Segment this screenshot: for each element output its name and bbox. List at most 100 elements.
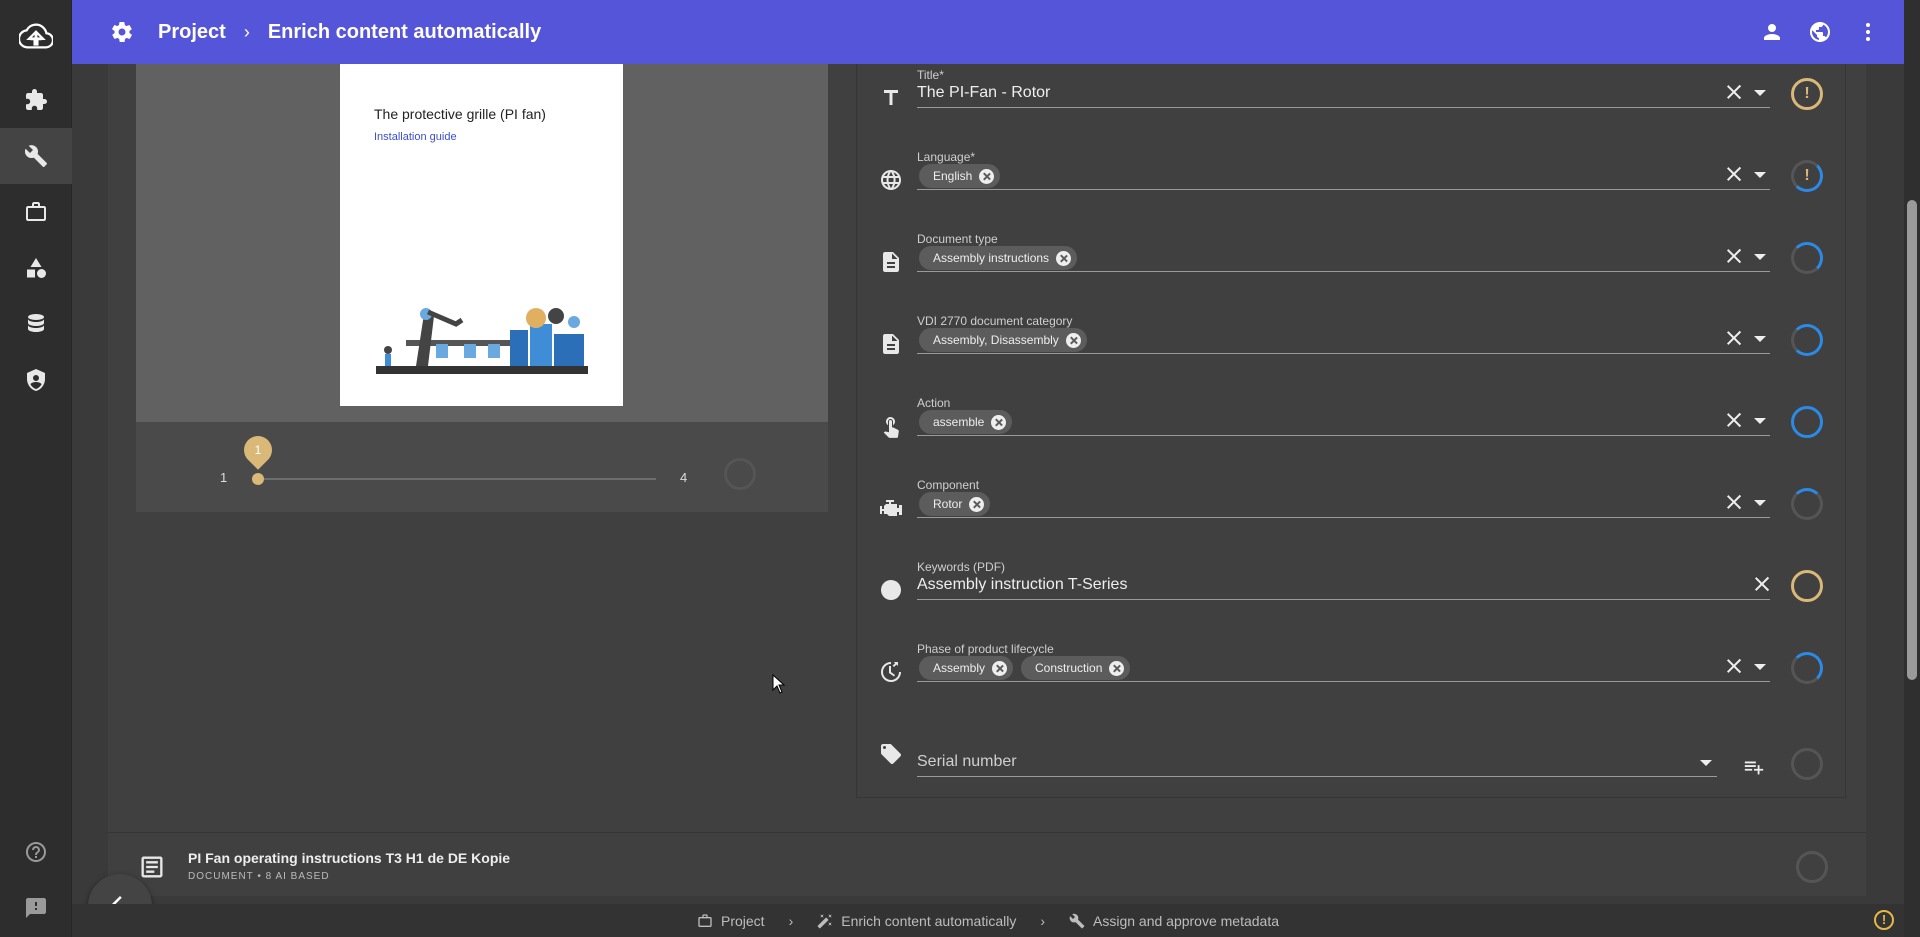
field-label: Action	[917, 396, 951, 410]
scrollbar-thumb[interactable]	[1907, 200, 1917, 680]
dropdown-arrow-icon[interactable]	[1754, 336, 1766, 342]
step-project[interactable]: Project	[697, 913, 765, 929]
field-underline	[917, 189, 1770, 190]
clear-icon[interactable]	[1726, 84, 1742, 100]
chip-construction: Construction	[1021, 656, 1131, 680]
chip-list: Assembly instructions	[919, 246, 1078, 270]
field-underline	[917, 599, 1770, 600]
step-assign-metadata[interactable]: Assign and approve metadata	[1069, 913, 1279, 929]
chip-rotor: Rotor	[919, 492, 991, 516]
breadcrumb-separator: ›	[243, 21, 250, 42]
keywords-input[interactable]: Assembly instruction T-Series	[917, 576, 1127, 594]
cloud-upload-icon[interactable]	[0, 8, 72, 64]
slider-min-label: 1	[220, 470, 228, 485]
field-action: Action assemble	[857, 392, 1847, 474]
field-label: Language*	[917, 150, 976, 164]
field-underline	[917, 517, 1770, 518]
user-icon[interactable]	[1760, 20, 1784, 44]
preview-canvas: The protective grille (PI fan) Installat…	[136, 64, 828, 422]
field-title: Title* The PI-Fan - Rotor !	[857, 64, 1847, 146]
chip-label: Assembly, Disassembly	[933, 333, 1059, 347]
document-preview: The protective grille (PI fan) Installat…	[136, 64, 828, 512]
shapes-icon[interactable]	[0, 240, 72, 296]
chip-remove-icon[interactable]	[1109, 660, 1125, 676]
top-bar: Project › Enrich content automatically	[72, 0, 1904, 64]
briefcase-icon[interactable]	[0, 184, 72, 240]
left-rail	[0, 0, 72, 937]
warning-status-icon: !	[1791, 78, 1823, 110]
document-meta: DOCUMENT • 8 AI BASED	[188, 871, 330, 882]
chip-label: Rotor	[933, 497, 963, 511]
page-slider-track[interactable]	[258, 478, 656, 480]
serial-number-input[interactable]: Serial number	[917, 753, 1017, 771]
page-slider-thumb[interactable]	[252, 473, 264, 485]
field-label: Phase of product lifecycle	[917, 642, 1054, 656]
preview-page: The protective grille (PI fan) Installat…	[340, 64, 623, 406]
more-vert-icon[interactable]	[1856, 20, 1880, 44]
vertical-scrollbar[interactable]	[1904, 0, 1920, 937]
step-label: Project	[720, 912, 765, 929]
step-separator: ›	[1040, 912, 1045, 929]
globe-icon[interactable]	[1808, 20, 1832, 44]
field-keywords: Keywords (PDF) Assembly instruction T-Se…	[857, 556, 1847, 638]
clear-icon[interactable]	[1726, 658, 1742, 674]
clear-icon[interactable]	[1726, 494, 1742, 510]
gear-icon[interactable]	[110, 20, 134, 44]
title-input[interactable]: The PI-Fan - Rotor	[917, 84, 1050, 102]
field-label: VDI 2770 document category	[917, 314, 1073, 328]
help-icon[interactable]	[0, 824, 72, 880]
breadcrumb-enrich[interactable]: Enrich content automatically	[268, 21, 541, 44]
chip-remove-icon[interactable]	[979, 168, 995, 184]
clear-icon[interactable]	[1726, 166, 1742, 182]
shield-icon[interactable]	[0, 352, 72, 408]
chip-remove-icon[interactable]	[991, 414, 1007, 430]
clear-icon[interactable]	[1726, 330, 1742, 346]
top-actions	[1760, 0, 1904, 64]
dropdown-arrow-icon[interactable]	[1754, 172, 1766, 178]
chip-remove-icon[interactable]	[969, 496, 985, 512]
field-label: Document type	[917, 232, 998, 246]
document-icon	[883, 334, 899, 354]
dropdown-arrow-icon[interactable]	[1754, 418, 1766, 424]
document-title[interactable]: PI Fan operating instructions T3 H1 de D…	[188, 850, 510, 866]
loading-status-icon	[1791, 242, 1823, 274]
chip-remove-icon[interactable]	[992, 660, 1008, 676]
preview-page-title: The protective grille (PI fan)	[374, 106, 546, 122]
field-language: Language* English !	[857, 146, 1847, 228]
dropdown-arrow-icon[interactable]	[1754, 90, 1766, 96]
dropdown-arrow-icon[interactable]	[1754, 254, 1766, 260]
wrench-icon[interactable]	[0, 128, 72, 184]
mouse-cursor-icon	[772, 674, 786, 694]
field-underline	[917, 107, 1770, 108]
document-row[interactable]: PI Fan operating instructions T3 H1 de D…	[108, 832, 1866, 896]
text-icon	[884, 90, 898, 105]
chip-remove-icon[interactable]	[1065, 332, 1081, 348]
chip-label: Assembly instructions	[933, 251, 1050, 265]
metadata-form: Title* The PI-Fan - Rotor ! Language* En…	[856, 64, 1846, 798]
engine-icon	[880, 500, 902, 516]
clear-icon[interactable]	[1726, 248, 1742, 264]
warning-loading-status-icon: !	[1791, 160, 1823, 192]
playlist-add-icon[interactable]	[1743, 756, 1765, 778]
dropdown-arrow-icon[interactable]	[1700, 760, 1712, 766]
dropdown-arrow-icon[interactable]	[1754, 664, 1766, 670]
puzzle-icon[interactable]	[0, 72, 72, 128]
lifecycle-icon	[881, 662, 901, 682]
breadcrumb-project[interactable]: Project	[158, 21, 226, 44]
feedback-icon[interactable]	[0, 880, 72, 936]
loading-status-icon	[1791, 406, 1823, 438]
clear-icon[interactable]	[1726, 412, 1742, 428]
dropdown-arrow-icon[interactable]	[1754, 500, 1766, 506]
warning-icon[interactable]: !	[1874, 910, 1894, 930]
field-underline	[917, 776, 1717, 777]
chip-label: English	[933, 169, 973, 183]
loading-status-icon	[1791, 652, 1823, 684]
page-slider-row: 1 1 4	[136, 422, 828, 512]
chip-english: English	[919, 164, 1001, 188]
done-status-icon	[1791, 570, 1823, 602]
chip-remove-icon[interactable]	[1056, 250, 1072, 266]
database-icon[interactable]	[0, 296, 72, 352]
step-enrich[interactable]: Enrich content automatically	[817, 913, 1016, 929]
chip-list: English	[919, 164, 1001, 188]
clear-icon[interactable]	[1754, 576, 1770, 592]
